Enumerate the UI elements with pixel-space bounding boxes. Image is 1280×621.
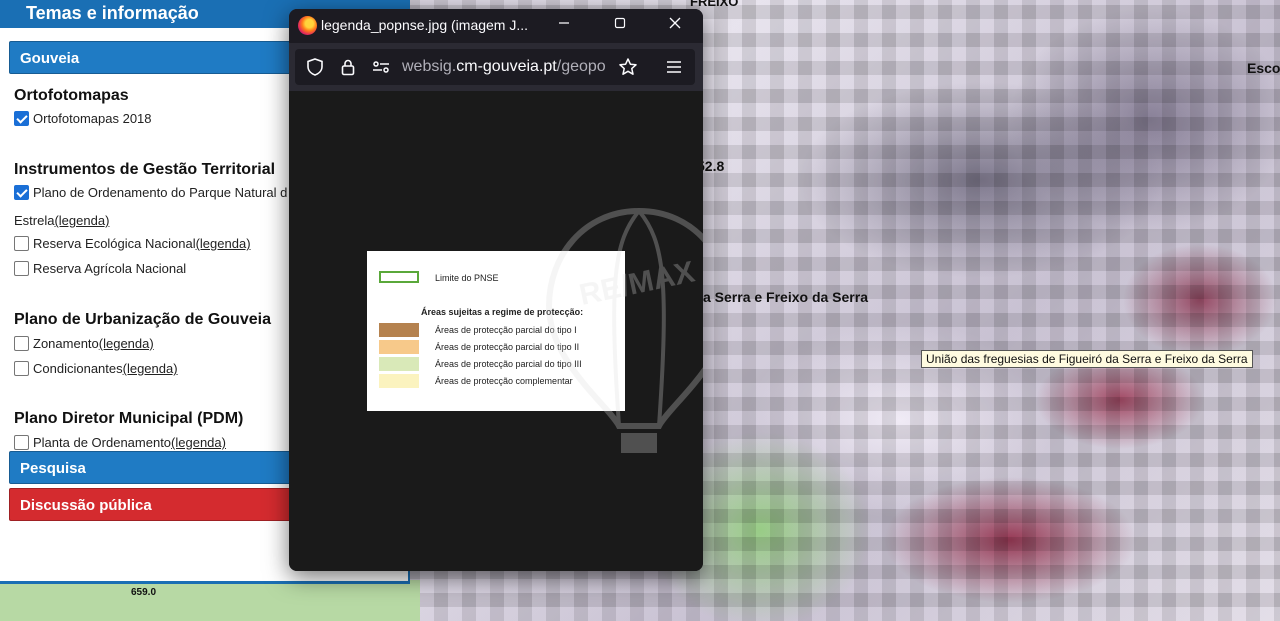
layer-zonamento[interactable]: Zonamento (legenda) bbox=[14, 336, 154, 351]
legend-swatch-tipo-iii bbox=[379, 357, 419, 371]
layer-label: Reserva Agrícola Nacional bbox=[33, 261, 187, 276]
permissions-icon[interactable] bbox=[371, 57, 391, 77]
legend-swatch-complementar bbox=[379, 374, 419, 388]
layer-label: Reserva Ecológica Nacional bbox=[33, 236, 196, 251]
layer-checkbox[interactable] bbox=[14, 111, 29, 126]
layer-ran[interactable]: Reserva Agrícola Nacional bbox=[14, 261, 186, 276]
image-viewer[interactable]: Limite do PNSE Áreas sujeitas a regime d… bbox=[289, 91, 703, 571]
legend-link-ren[interactable]: (legenda) bbox=[196, 236, 251, 251]
hamburger-menu-icon[interactable] bbox=[664, 57, 684, 77]
lock-icon[interactable] bbox=[338, 57, 358, 77]
close-icon bbox=[669, 17, 681, 29]
layer-checkbox[interactable] bbox=[14, 361, 29, 376]
maximize-button[interactable] bbox=[592, 9, 648, 43]
legend-swatch-limit bbox=[379, 271, 419, 283]
map-label-freixo: FREIXO bbox=[690, 0, 739, 9]
layer-label: Zonamento bbox=[33, 336, 99, 351]
layer-condicionantes[interactable]: Condicionantes (legenda) bbox=[14, 361, 178, 376]
layer-checkbox[interactable] bbox=[14, 336, 29, 351]
group-title-pdm: Plano Diretor Municipal (PDM) bbox=[14, 410, 244, 427]
window-title: legenda_popnse.jpg (imagem J... bbox=[321, 17, 529, 33]
url-bar[interactable]: websig.cm-gouveia.pt/geopo bbox=[295, 49, 695, 85]
minimize-icon bbox=[559, 22, 569, 24]
map-label-esco: Esco bbox=[1247, 60, 1280, 76]
maximize-icon bbox=[614, 17, 626, 29]
layer-label: Ortofotomapas 2018 bbox=[33, 111, 152, 126]
bookmark-star-icon[interactable] bbox=[618, 57, 638, 77]
legend-swatch-tipo-i bbox=[379, 323, 419, 337]
legend-link-planta[interactable]: (legenda) bbox=[171, 435, 226, 450]
legend-swatch-tipo-ii bbox=[379, 340, 419, 354]
window-titlebar[interactable]: legenda_popnse.jpg (imagem J... bbox=[289, 9, 703, 43]
layer-checkbox[interactable] bbox=[14, 185, 29, 200]
firefox-icon bbox=[298, 16, 317, 35]
minimize-button[interactable] bbox=[536, 9, 592, 43]
group-title-igt: Instrumentos de Gestão Territorial bbox=[14, 161, 276, 178]
legend-link-zonamento[interactable]: (legenda) bbox=[99, 336, 154, 351]
group-title-ortofotomapas: Ortofotomapas bbox=[14, 87, 129, 104]
tracking-shield-icon[interactable] bbox=[305, 57, 325, 77]
layer-checkbox[interactable] bbox=[14, 261, 29, 276]
layer-checkbox[interactable] bbox=[14, 236, 29, 251]
url-text[interactable]: websig.cm-gouveia.pt/geopo bbox=[402, 58, 614, 76]
layer-ren[interactable]: Reserva Ecológica Nacional (legenda) bbox=[14, 236, 251, 251]
layer-label: Estrela bbox=[14, 213, 55, 228]
legend-link-condicionantes[interactable]: (legenda) bbox=[123, 361, 178, 376]
close-button[interactable] bbox=[647, 9, 703, 43]
watermark-text: RE/MAX bbox=[577, 255, 698, 312]
url-host: cm-gouveia.pt bbox=[456, 58, 557, 75]
url-path: /geopo bbox=[556, 58, 606, 75]
map-label-parish: a Serra e Freixo da Serra bbox=[703, 289, 868, 305]
layer-label: Planta de Ordenamento bbox=[33, 435, 172, 450]
map-tooltip: União das freguesias de Figueiró da Serr… bbox=[921, 350, 1253, 368]
layer-pnse[interactable]: Plano de Ordenamento do Parque Natural d bbox=[14, 185, 287, 200]
layer-planta-ordenamento[interactable]: Planta de Ordenamento (legenda) bbox=[14, 435, 226, 450]
layer-checkbox[interactable] bbox=[14, 435, 29, 450]
url-prefix: websig. bbox=[402, 58, 457, 75]
remax-balloon-watermark: RE/MAX bbox=[545, 207, 703, 453]
map-green-area bbox=[0, 580, 420, 621]
layer-ortofotomapas-2018[interactable]: Ortofotomapas 2018 bbox=[14, 111, 152, 126]
layer-label: Plano de Ordenamento do Parque Natural d bbox=[33, 185, 288, 200]
group-title-pu-gouveia: Plano de Urbanização de Gouveia bbox=[14, 311, 271, 328]
layer-label: Condicionantes bbox=[33, 361, 123, 376]
legend-link-pnse[interactable]: (legenda) bbox=[54, 213, 109, 228]
layer-pnse-continued: Estrela (legenda) bbox=[14, 213, 109, 228]
browser-popup-window[interactable]: legenda_popnse.jpg (imagem J... websig.c… bbox=[289, 9, 703, 571]
map-coordinate-label: 659.0 bbox=[131, 587, 157, 598]
legend-limit-label: Limite do PNSE bbox=[435, 273, 499, 283]
